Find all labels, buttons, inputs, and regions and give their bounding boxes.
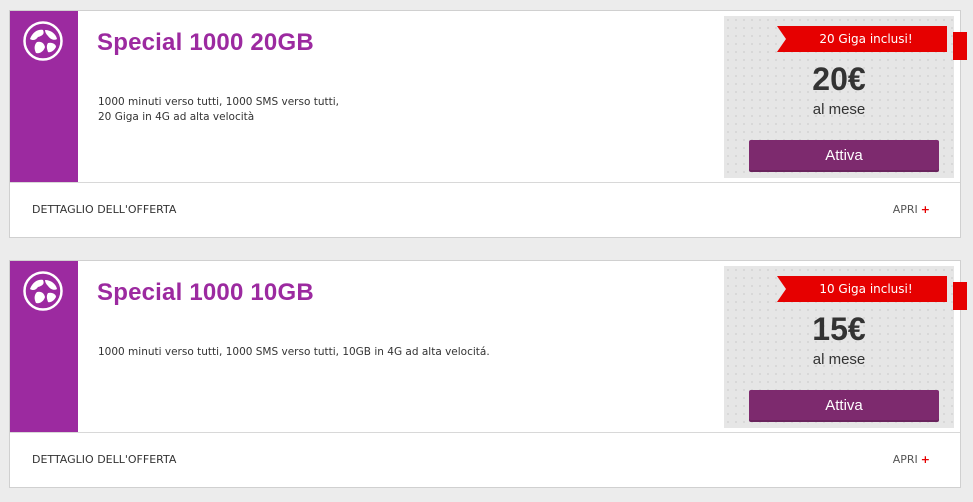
ribbon-notch (777, 26, 786, 52)
included-data-badge: 20 Giga inclusi! (777, 26, 967, 60)
divider (10, 182, 960, 183)
divider (10, 432, 960, 433)
plus-icon: + (920, 203, 930, 216)
offer-description: 1000 minuti verso tutti, 1000 SMS verso … (98, 345, 698, 360)
ribbon-tail (953, 282, 967, 310)
offer-description-line: 20 Giga in 4G ad alta velocità (98, 111, 255, 123)
offer-card: Special 1000 20GB 1000 minuti verso tutt… (9, 10, 967, 238)
ribbon-tail (953, 32, 967, 60)
included-data-badge: 10 Giga inclusi! (777, 276, 967, 310)
globe-icon (23, 271, 63, 311)
offer-description-line: 1000 minuti verso tutti, 1000 SMS verso … (98, 346, 490, 358)
expand-details-link[interactable]: APRI + (893, 453, 930, 466)
offer-title: Special 1000 10GB (97, 279, 314, 306)
offer-accent-bar (10, 261, 78, 432)
offer-details-label[interactable]: DETTAGLIO DELL'OFFERTA (32, 203, 176, 216)
expand-details-link[interactable]: APRI + (893, 203, 930, 216)
price-amount: 20€ (812, 61, 866, 97)
activate-button[interactable]: Attiva (749, 390, 939, 422)
offer-card: Special 1000 10GB 1000 minuti verso tutt… (9, 260, 967, 488)
price-period: al mese (812, 101, 866, 118)
offer-details-label[interactable]: DETTAGLIO DELL'OFFERTA (32, 453, 176, 466)
plus-icon: + (920, 453, 930, 466)
globe-icon (23, 21, 63, 61)
offer-description-line: 1000 minuti verso tutti, 1000 SMS verso … (98, 96, 339, 108)
badge-label: 10 Giga inclusi! (819, 282, 913, 296)
offer-title: Special 1000 20GB (97, 29, 314, 56)
offer-accent-bar (10, 11, 78, 182)
activate-button[interactable]: Attiva (749, 140, 939, 172)
price-amount: 15€ (812, 311, 866, 347)
offer-description: 1000 minuti verso tutti, 1000 SMS verso … (98, 95, 698, 125)
expand-label: APRI (892, 203, 918, 216)
badge-label: 20 Giga inclusi! (819, 32, 913, 46)
expand-label: APRI (892, 453, 918, 466)
ribbon-notch (777, 276, 786, 302)
price-period: al mese (812, 351, 866, 368)
